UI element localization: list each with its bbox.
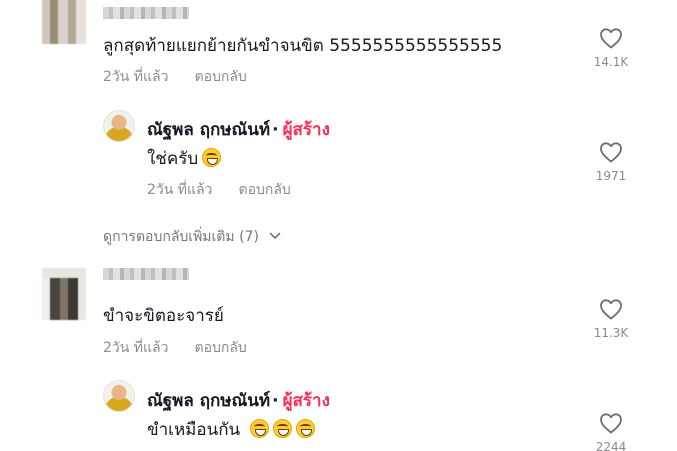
comment-age: 2วัน ที่แล้ว <box>103 69 169 85</box>
like-count: 14.1K <box>593 55 629 69</box>
reply-button[interactable]: ตอบกลับ <box>238 182 290 198</box>
like-count: 11.3K <box>593 326 629 340</box>
comment-thread: ลูกสุดท้ายแยกย้ายกันขำจนขิต 555555555555… <box>0 0 677 451</box>
view-more-label: ดูการตอบกลับเพิ่มเติม (7) <box>103 229 259 245</box>
reply-author: ณัฐพล ฤกษณันท์ · ผู้สร้าง <box>147 116 330 143</box>
like-button-2[interactable]: 11.3K <box>589 298 633 340</box>
comment-text-2: ขำจะขิตอะจารย์ <box>103 306 224 326</box>
author-name[interactable]: ณัฐพล ฤกษณันท์ <box>147 391 270 411</box>
author-name[interactable]: ณัฐพล ฤกษณันท์ <box>147 120 270 140</box>
heart-outline-icon <box>600 28 622 49</box>
grinning-face-emoji <box>273 419 293 438</box>
grinning-face-emoji <box>202 148 222 167</box>
like-button-1[interactable]: 14.1K <box>589 27 633 69</box>
creator-badge: ผู้สร้าง <box>282 391 330 411</box>
grinning-face-emoji <box>296 419 316 438</box>
reply-author: ณัฐพล ฤกษณันท์ · ผู้สร้าง <box>147 387 330 414</box>
grinning-face-emoji <box>250 419 270 438</box>
reply-meta-1: 2วัน ที่แล้ว ตอบกลับ <box>147 179 291 201</box>
heart-outline-icon <box>600 413 622 434</box>
reply-button[interactable]: ตอบกลับ <box>194 340 246 356</box>
like-button-reply-1[interactable]: 1971 <box>589 141 633 183</box>
commenter-name-2-redacted[interactable] <box>103 268 189 280</box>
reply-age: 2วัน ที่แล้ว <box>147 182 213 198</box>
comment-meta-2: 2วัน ที่แล้ว ตอบกลับ <box>103 337 247 359</box>
chevron-down-icon <box>270 232 281 239</box>
commenter-name-1-redacted[interactable] <box>103 7 189 19</box>
like-count: 2244 <box>595 440 627 451</box>
heart-outline-icon <box>600 299 622 320</box>
creator-badge: ผู้สร้าง <box>282 120 330 140</box>
comment-age: 2วัน ที่แล้ว <box>103 340 169 356</box>
creator-avatar[interactable] <box>103 110 135 142</box>
like-count: 1971 <box>595 169 627 183</box>
comment-text-1: ลูกสุดท้ายแยกย้ายกันขำจนขิต 555555555555… <box>103 36 503 56</box>
comment-meta-1: 2วัน ที่แล้ว ตอบกลับ <box>103 66 247 88</box>
reply-text-1: ใช่ครับ <box>147 145 222 172</box>
reply-text-2: ขำเหมือนกัน <box>147 416 316 443</box>
separator-dot: · <box>272 391 279 411</box>
view-more-replies-button[interactable]: ดูการตอบกลับเพิ่มเติม (7) <box>103 226 281 248</box>
creator-avatar[interactable] <box>103 380 135 412</box>
reply-button[interactable]: ตอบกลับ <box>194 69 246 85</box>
heart-outline-icon <box>600 142 622 163</box>
like-button-reply-2[interactable]: 2244 <box>589 412 633 451</box>
commenter-avatar-2[interactable] <box>42 268 86 320</box>
separator-dot: · <box>272 120 279 140</box>
commenter-avatar-1[interactable] <box>42 0 86 44</box>
